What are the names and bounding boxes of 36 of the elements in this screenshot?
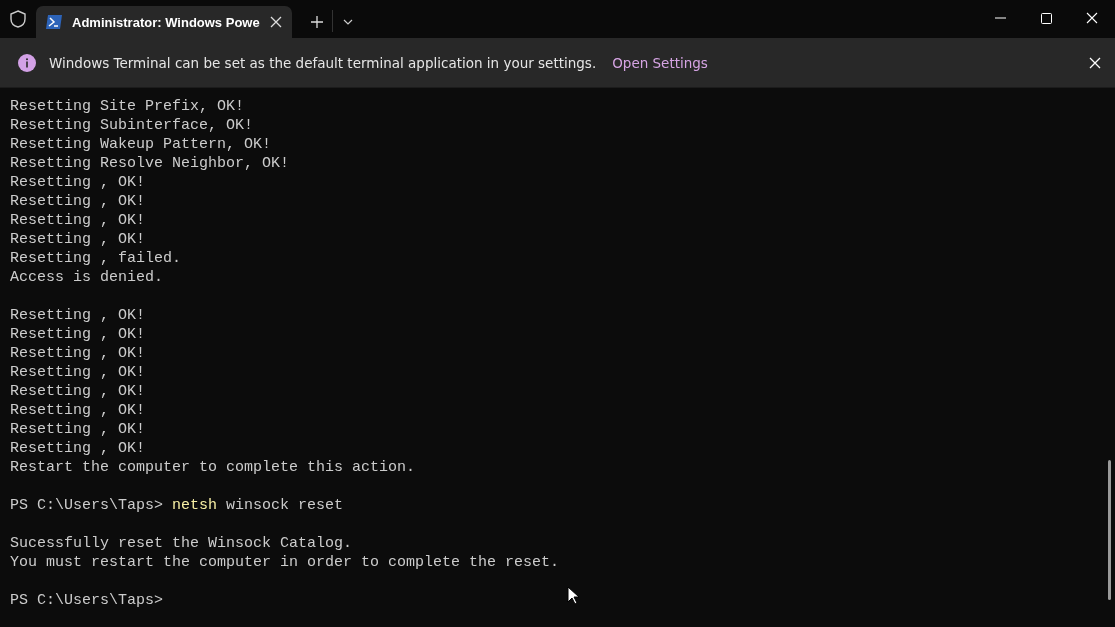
output-line: Resetting , OK! — [10, 401, 146, 420]
info-message: Windows Terminal can be set as the default terminal application in your settings. — [49, 54, 597, 71]
chevron-down-icon[interactable] — [342, 19, 353, 25]
info-icon — [18, 53, 36, 72]
output-line: Restart the computer to complete this action. — [10, 458, 416, 477]
output-line: Resetting , OK! — [10, 382, 146, 401]
powershell-icon — [46, 15, 62, 29]
output-line: Resetting , OK! — [10, 230, 146, 249]
output-line: Resetting , OK! — [10, 363, 146, 382]
close-icon[interactable] — [269, 16, 282, 28]
output-line: Resetting , OK! — [10, 173, 146, 192]
open-settings-link[interactable]: Open Settings — [612, 54, 708, 71]
maximize-icon[interactable] — [1040, 12, 1052, 24]
output-line: Resetting , OK! — [10, 211, 146, 230]
plus-icon[interactable] — [310, 16, 323, 28]
output-line: Resetting , OK! — [10, 420, 146, 439]
output-line: You must restart the computer in order to complete the reset. — [10, 553, 560, 572]
terminal-tab[interactable]: Administrator: Windows Powe — [36, 6, 292, 38]
output-line: Resetting Subinterface, OK! — [10, 116, 254, 135]
mouse-pointer-icon — [567, 586, 579, 605]
output-line: Resetting Wakeup Pattern, OK! — [10, 135, 272, 154]
prompt-line: PS C:\Users\Taps> netsh winsock reset — [10, 496, 344, 515]
scrollbar-thumb[interactable] — [1108, 460, 1111, 600]
output-line: Resetting Resolve Neighbor, OK! — [10, 154, 290, 173]
shield-icon[interactable] — [8, 9, 28, 29]
output-line: Resetting , OK! — [10, 344, 146, 363]
output-line: Resetting , OK! — [10, 439, 146, 458]
output-line: Resetting , OK! — [10, 325, 146, 344]
output-line: Resetting , OK! — [10, 306, 146, 325]
output-line: Access is denied. — [10, 268, 164, 287]
output-line: Resetting , failed. — [10, 249, 182, 268]
output-line: Resetting Site Prefix, OK! — [10, 97, 245, 116]
output-line: Resetting , OK! — [10, 192, 146, 211]
prompt-line: PS C:\Users\Taps> — [10, 591, 164, 610]
output-line: Sucessfully reset the Winsock Catalog. — [10, 534, 353, 553]
minimize-icon[interactable] — [994, 17, 1006, 19]
